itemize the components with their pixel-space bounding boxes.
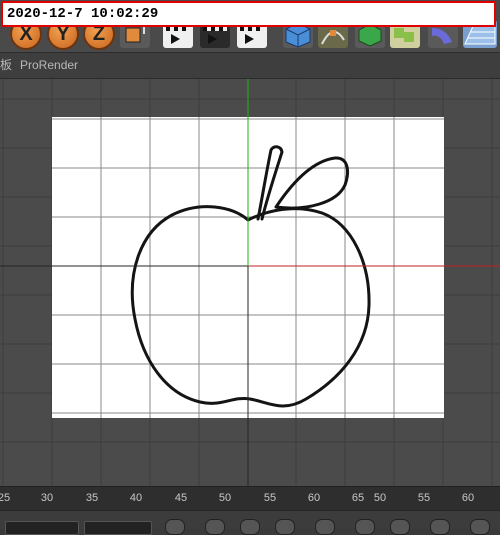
timeline-tick: 60 bbox=[461, 492, 475, 504]
previous-key-button[interactable] bbox=[205, 519, 225, 535]
timeline-tick: 60 bbox=[307, 492, 321, 504]
timeline-tick: 55 bbox=[263, 492, 277, 504]
timeline-tick: 65 bbox=[351, 492, 365, 504]
timeline-tick: 55 bbox=[417, 492, 431, 504]
position-key-button[interactable] bbox=[470, 519, 490, 535]
timeline-tick: 50 bbox=[373, 492, 387, 504]
timeline-tick: 45 bbox=[174, 492, 188, 504]
next-key-button[interactable] bbox=[315, 519, 335, 535]
transport-bar bbox=[0, 510, 500, 535]
timeline-tick: 25 bbox=[0, 492, 11, 504]
timestamp-overlay: 2020-12-7 10:02:29 bbox=[1, 1, 496, 27]
timeline-tick: 35 bbox=[85, 492, 99, 504]
record-button[interactable] bbox=[355, 519, 375, 535]
play-backward-button[interactable] bbox=[240, 519, 260, 535]
3d-viewport[interactable] bbox=[0, 79, 500, 486]
main-toolbar: X Y Z 2020-12-7 10:02:29 bbox=[0, 0, 500, 53]
end-frame-field[interactable] bbox=[84, 521, 152, 535]
viewport-canvas bbox=[0, 79, 500, 486]
timeline-tick: 30 bbox=[40, 492, 54, 504]
keyframe-selection-button[interactable] bbox=[430, 519, 450, 535]
timeline-ruler[interactable]: 25 30 35 40 45 50 55 60 65 50 55 60 bbox=[0, 486, 500, 511]
menu-item-partial[interactable]: 板 bbox=[0, 53, 12, 78]
play-forward-button[interactable] bbox=[275, 519, 295, 535]
viewport-menu-bar: 板 ProRender bbox=[0, 53, 500, 79]
autokey-button[interactable] bbox=[390, 519, 410, 535]
start-frame-field[interactable] bbox=[5, 521, 79, 535]
go-to-start-button[interactable] bbox=[165, 519, 185, 535]
menu-item-prorender[interactable]: ProRender bbox=[20, 53, 78, 78]
timeline-tick: 50 bbox=[218, 492, 232, 504]
timeline-tick: 40 bbox=[129, 492, 143, 504]
